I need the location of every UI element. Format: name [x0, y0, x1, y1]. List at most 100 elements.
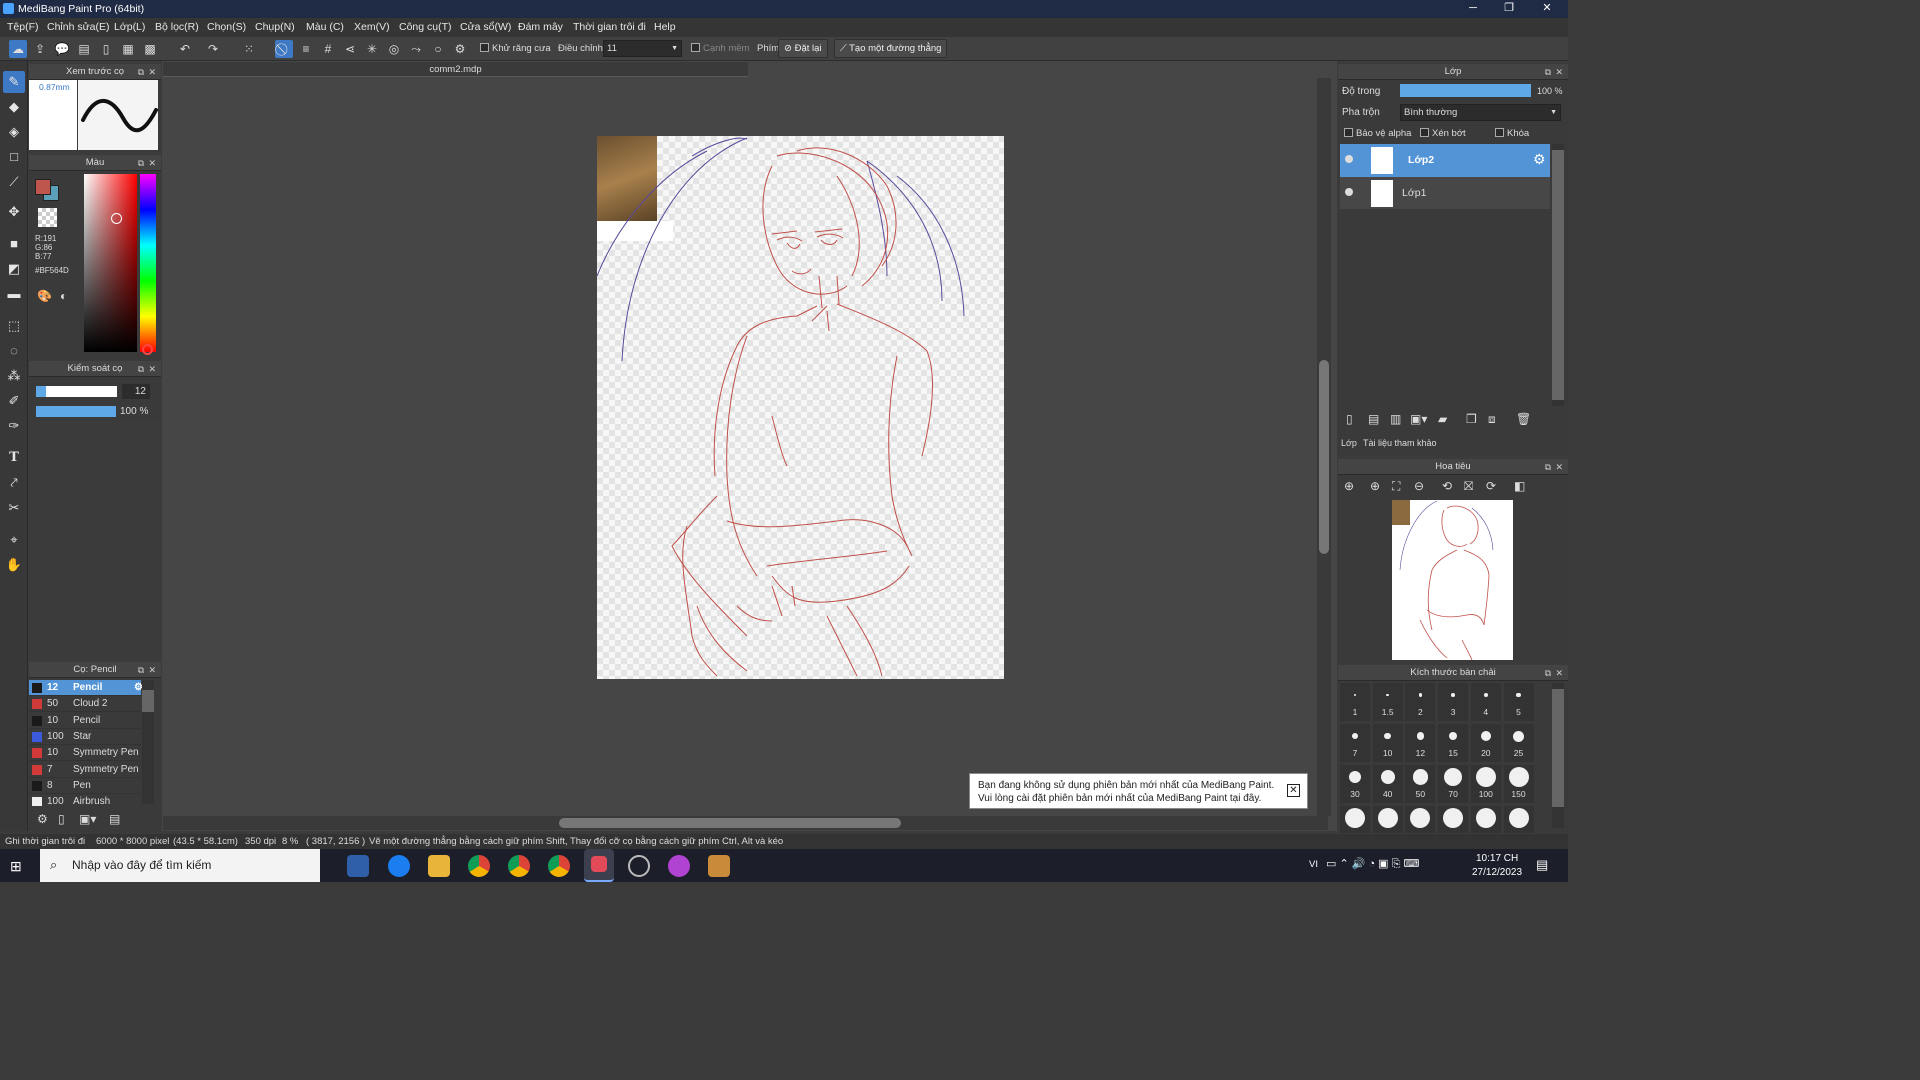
brush-size-cell[interactable]: 1: [1340, 683, 1370, 721]
radial-snap-icon[interactable]: ✳: [363, 40, 381, 58]
fill-rect-tool-icon[interactable]: ■: [3, 233, 25, 255]
popout-icon[interactable]: ⧉: [1545, 64, 1551, 80]
speech-bubble-icon[interactable]: 💬: [53, 40, 71, 58]
drawing-canvas[interactable]: [597, 136, 1004, 679]
game-icon[interactable]: [708, 855, 730, 877]
close-icon[interactable]: ✕: [1555, 459, 1563, 475]
pen-tool-icon[interactable]: ✎: [3, 71, 25, 93]
popout-icon[interactable]: ⧉: [138, 361, 144, 377]
hue-slider[interactable]: [140, 174, 156, 355]
brush-list-item[interactable]: 10 Symmetry Pen: [29, 745, 141, 762]
popout-icon[interactable]: ⧉: [138, 155, 144, 171]
menu-help[interactable]: Help: [654, 21, 676, 33]
scroll-thumb[interactable]: [142, 690, 154, 712]
flip-icon[interactable]: ◧: [1514, 479, 1525, 493]
brush-list-scrollbar[interactable]: [142, 680, 154, 804]
medibang-taskbar-item[interactable]: [584, 849, 614, 882]
cloud-icon[interactable]: ☁: [9, 40, 27, 58]
brush-size-cell[interactable]: 40: [1372, 765, 1403, 803]
close-window-icon[interactable]: ✕: [1530, 0, 1564, 18]
rotate-right-icon[interactable]: ⟳: [1486, 479, 1496, 493]
vanish-snap-icon[interactable]: ⋖: [341, 40, 359, 58]
brush-size-value[interactable]: 12: [122, 384, 150, 399]
brush-size-cell[interactable]: [1470, 806, 1501, 833]
close-icon[interactable]: ✕: [148, 361, 156, 377]
fit-window-icon[interactable]: ⛶: [1392, 479, 1400, 494]
new-halftone-layer-icon[interactable]: ▤: [1368, 412, 1379, 426]
notification-center-icon[interactable]: ▤: [1536, 857, 1548, 873]
language-indicator[interactable]: VI: [1309, 859, 1318, 870]
menu-view[interactable]: Xem(V): [354, 21, 390, 33]
brush-settings-icon[interactable]: ⚙: [37, 812, 48, 826]
folder-icon[interactable]: ▰: [1438, 412, 1447, 426]
chrome-icon-3[interactable]: [548, 855, 570, 877]
add-brush-icon[interactable]: ▣▾: [79, 812, 96, 826]
close-icon[interactable]: ✕: [148, 64, 156, 80]
divide-tool-icon[interactable]: ✂: [3, 497, 25, 519]
redo-icon[interactable]: ↷: [204, 40, 222, 58]
adjust-dropdown[interactable]: 11 ▼: [603, 40, 682, 57]
menu-file[interactable]: Tệp(F): [7, 21, 39, 33]
eraser-tool-icon[interactable]: ◆: [3, 96, 25, 118]
brush-size-cell[interactable]: 150: [1503, 765, 1534, 803]
duplicate-layer-icon[interactable]: ❐: [1466, 412, 1477, 426]
operation-tool-icon[interactable]: ⤤: [3, 472, 25, 494]
brush-list-item[interactable]: 100 Airbrush: [29, 794, 141, 806]
menu-tools[interactable]: Công cụ(T): [399, 21, 452, 33]
select-eraser-tool-icon[interactable]: ✑: [3, 415, 25, 437]
grid-snap-icon[interactable]: #: [319, 40, 337, 58]
brush-props-icon[interactable]: ▤: [109, 812, 120, 826]
clock-time[interactable]: 10:17 CH: [1476, 853, 1518, 864]
select-pen-tool-icon[interactable]: ✐: [3, 390, 25, 412]
brush-size-cell[interactable]: 50: [1405, 765, 1436, 803]
brush-size-cell[interactable]: 4: [1470, 683, 1501, 721]
menu-cloud[interactable]: Đám mây: [518, 21, 563, 33]
brush-size-cell[interactable]: [1405, 806, 1436, 833]
file-explorer-icon[interactable]: [428, 855, 450, 877]
brush-size-cell[interactable]: 10: [1372, 724, 1403, 762]
snap-settings-icon[interactable]: ⚙: [451, 40, 469, 58]
curve-snap-icon[interactable]: ⤳: [407, 40, 425, 58]
page-icon[interactable]: ▯: [97, 40, 115, 58]
move-tool-icon[interactable]: ✥: [3, 201, 25, 223]
brush-list-item[interactable]: 8 Pen: [29, 778, 141, 794]
brush-list-item[interactable]: 100 Star: [29, 729, 141, 745]
brush-size-cell[interactable]: 2: [1405, 683, 1436, 721]
gradient-tool-icon[interactable]: ▬: [3, 283, 25, 305]
menu-select[interactable]: Chọn(S): [207, 21, 246, 33]
reset-button[interactable]: ⊘ Đặt lại: [778, 39, 828, 58]
store-icon[interactable]: [347, 855, 369, 877]
circle-snap-icon[interactable]: ◎: [385, 40, 403, 58]
wondershare-icon[interactable]: [668, 855, 690, 877]
brush-size-cell[interactable]: 70: [1438, 765, 1469, 803]
rotate-left-icon[interactable]: ⟲: [1442, 479, 1452, 493]
scroll-thumb[interactable]: [1552, 689, 1564, 807]
menu-layer[interactable]: Lớp(L): [114, 21, 145, 33]
undo-icon[interactable]: ↶: [176, 40, 194, 58]
text-bubble-icon[interactable]: ▤: [75, 40, 93, 58]
merge-layer-icon[interactable]: ⧈: [1488, 412, 1496, 427]
brush-list-item[interactable]: 10 Pencil: [29, 713, 141, 729]
brush-size-cell[interactable]: 30: [1340, 765, 1370, 803]
brush-size-cell[interactable]: [1503, 806, 1534, 833]
taskbar-search-box[interactable]: ⌕ Nhập vào đây để tìm kiếm: [40, 849, 320, 882]
brush-size-cell[interactable]: 15: [1438, 724, 1469, 762]
close-notification-icon[interactable]: ✕: [1287, 784, 1300, 797]
lock-checkbox[interactable]: Khóa: [1495, 128, 1529, 139]
layer-row-active[interactable]: Lớp2 ⚙: [1340, 144, 1550, 177]
layer-row[interactable]: Lớp1: [1340, 177, 1550, 209]
zoom-in-icon[interactable]: ⊕: [1344, 479, 1354, 493]
brush-size-cell[interactable]: 5: [1503, 683, 1534, 721]
layer-scrollbar[interactable]: [1552, 144, 1564, 406]
visibility-icon[interactable]: [1345, 155, 1353, 163]
vertical-scrollbar[interactable]: [1317, 78, 1331, 816]
soft-edge-checkbox[interactable]: Cạnh mềm: [691, 43, 749, 54]
select-tool-icon[interactable]: ⬚: [3, 315, 25, 337]
picker-cursor[interactable]: [111, 213, 122, 224]
menu-color[interactable]: Màu (C): [306, 21, 344, 33]
document-tab[interactable]: comm2.mdp: [163, 62, 748, 77]
update-notification[interactable]: Bạn đang không sử dụng phiên bản mới nhấ…: [969, 773, 1308, 809]
antialias-checkbox[interactable]: Khử răng cưa: [480, 43, 551, 54]
layer-settings-icon[interactable]: ⚙: [1533, 151, 1546, 168]
new-brush-icon[interactable]: ▯: [58, 812, 65, 826]
